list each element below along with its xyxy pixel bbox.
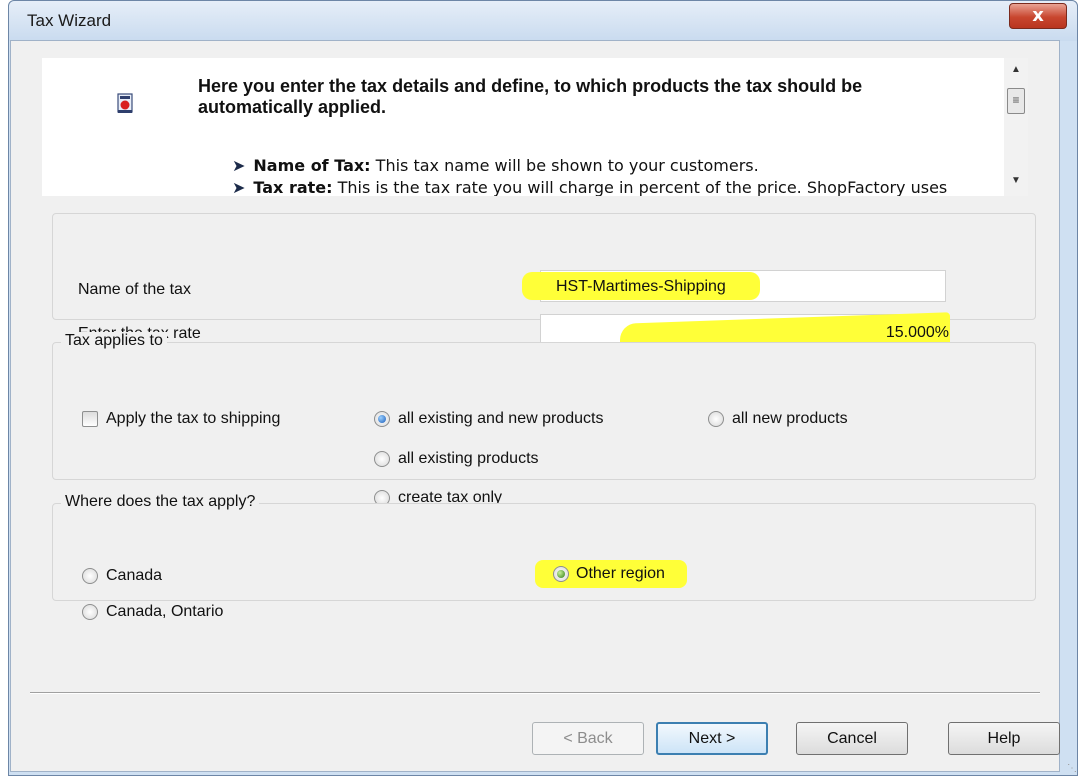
radio-canada-ontario[interactable] <box>82 604 98 620</box>
bullet-tax-rate: ➤ Tax rate: This is the tax rate you will… <box>232 178 947 196</box>
tax-applies-legend: Tax applies to <box>61 332 167 350</box>
radio-other-region-label[interactable]: Other region <box>576 565 665 583</box>
radio-all-existing-label[interactable]: all existing products <box>398 450 539 468</box>
window-title: Tax Wizard <box>27 11 112 30</box>
bullet-term: Tax rate: <box>253 178 333 196</box>
title-bar: Tax Wizard x <box>9 1 1077 41</box>
bullet-arrow-icon: ➤ <box>232 178 246 196</box>
radio-all-existing[interactable] <box>374 451 390 467</box>
scroll-up-arrow-icon[interactable]: ▲ <box>1004 64 1028 75</box>
apply-shipping-checkbox[interactable] <box>82 411 98 427</box>
radio-canada-ontario-label[interactable]: Canada, Ontario <box>106 603 223 621</box>
cancel-button[interactable]: Cancel <box>796 722 908 755</box>
radio-other-region[interactable] <box>553 566 569 582</box>
info-panel: Here you enter the tax details and defin… <box>42 58 1004 196</box>
button-separator <box>30 692 1040 694</box>
tax-rate-value[interactable]: 15.000% <box>886 324 949 342</box>
apply-shipping-label[interactable]: Apply the tax to shipping <box>106 410 280 428</box>
info-heading: Here you enter the tax details and defin… <box>198 76 863 117</box>
bullet-arrow-icon: ➤ <box>232 156 246 175</box>
back-button[interactable]: < Back <box>532 722 644 755</box>
scroll-down-arrow-icon[interactable]: ▼ <box>1004 175 1028 186</box>
tax-name-value[interactable]: HST-Martimes-Shipping <box>556 278 726 296</box>
bullet-text: This tax name will be shown to your cust… <box>375 156 759 175</box>
help-button[interactable]: Help <box>948 722 1060 755</box>
bullet-text: This is the tax rate you will charge in … <box>337 178 948 196</box>
scroll-thumb[interactable]: ≡ <box>1007 88 1025 114</box>
radio-all-new[interactable] <box>708 411 724 427</box>
bullet-name-of-tax: ➤ Name of Tax: This tax name will be show… <box>232 156 759 175</box>
radio-all-existing-and-new-label[interactable]: all existing and new products <box>398 410 603 428</box>
radio-canada[interactable] <box>82 568 98 584</box>
radio-canada-label[interactable]: Canada <box>106 567 162 585</box>
close-button[interactable]: x <box>1009 3 1067 29</box>
tax-region-legend: Where does the tax apply? <box>61 493 260 511</box>
radio-all-new-label[interactable]: all new products <box>732 410 848 428</box>
tax-name-label: Name of the tax <box>78 281 191 298</box>
bullet-term: Name of Tax: <box>253 156 371 175</box>
tax-details-group <box>52 213 1036 320</box>
info-scrollbar[interactable]: ▲ ≡ ▼ <box>1004 58 1028 196</box>
resize-grip-icon[interactable]: ⋱ <box>1067 763 1077 774</box>
radio-all-existing-and-new[interactable] <box>374 411 390 427</box>
tax-wizard-icon <box>117 93 133 113</box>
next-button[interactable]: Next > <box>656 722 768 755</box>
